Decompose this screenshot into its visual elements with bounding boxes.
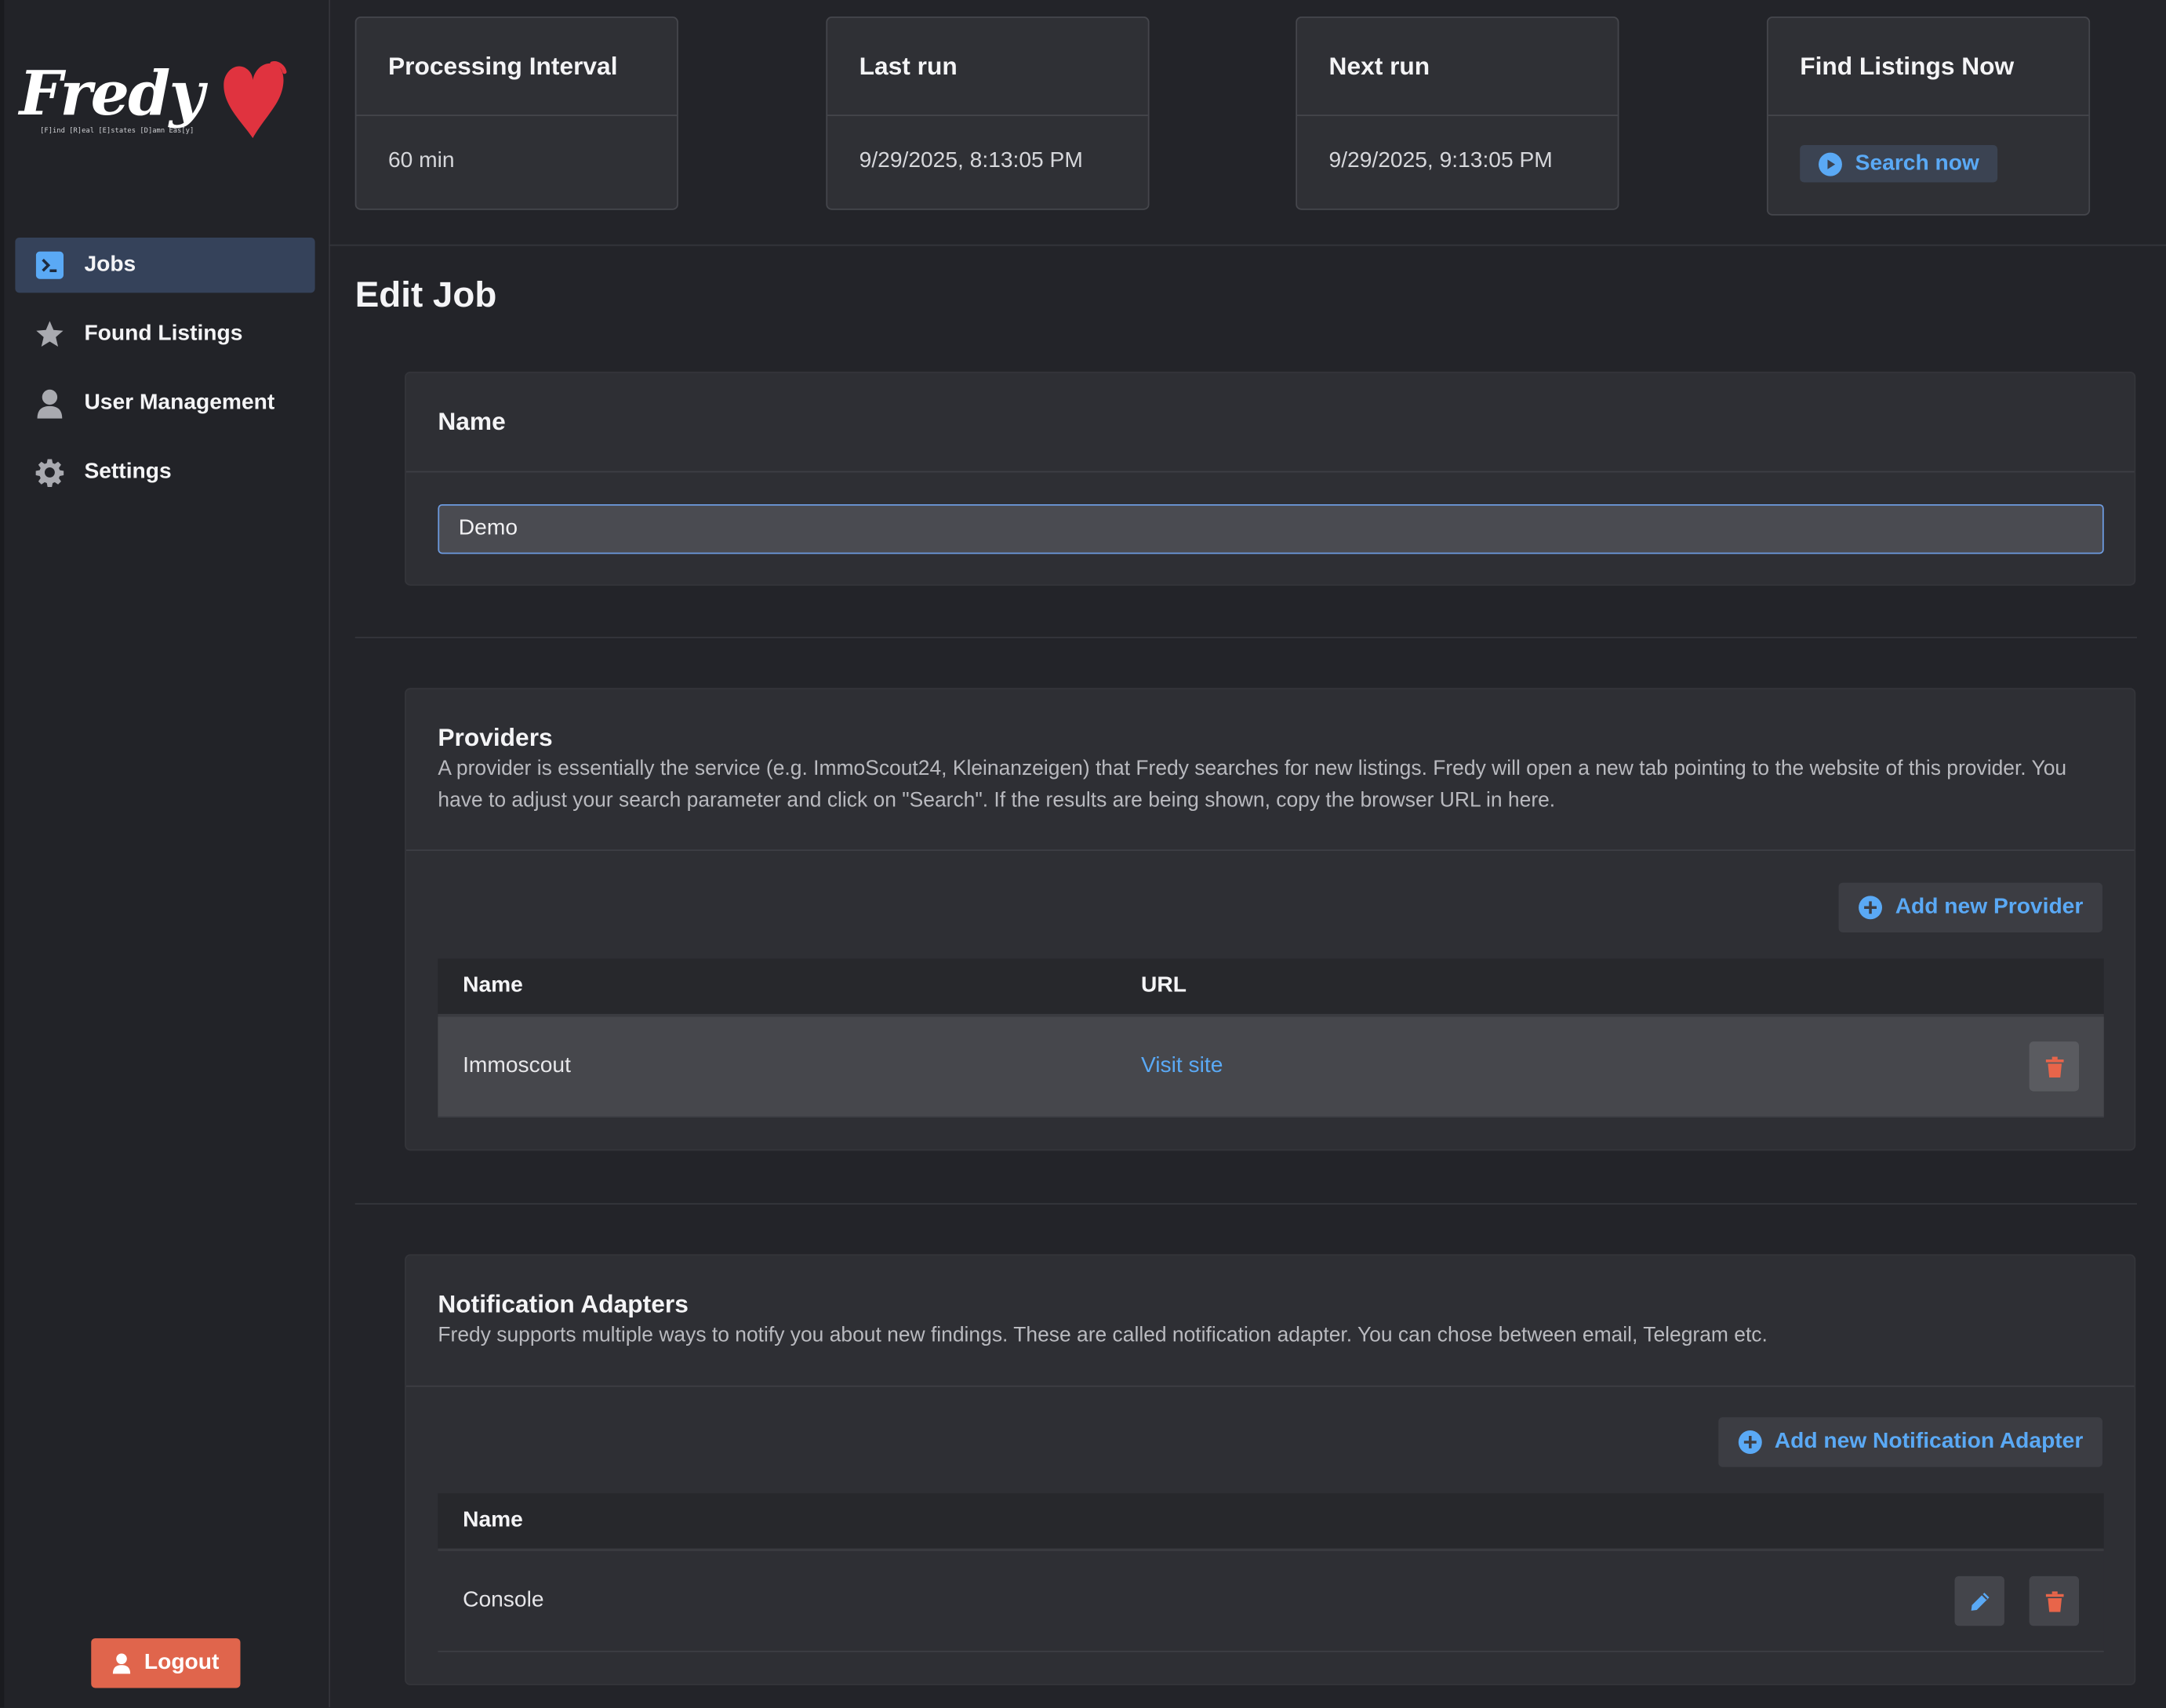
search-now-label: Search now	[1855, 151, 1979, 175]
last-run-card: Last run 9/29/2025, 8:13:05 PM	[826, 16, 1150, 210]
add-provider-label: Add new Provider	[1895, 895, 2084, 919]
trash-icon	[2044, 1056, 2063, 1077]
next-run-card: Next run 9/29/2025, 9:13:05 PM	[1296, 16, 1619, 210]
window-edge	[0, 0, 5, 1708]
name-section: Name	[405, 371, 2136, 586]
add-provider-button[interactable]: Add new Provider	[1838, 882, 2102, 932]
trash-icon	[2044, 1590, 2063, 1612]
column-header-name: Name	[463, 973, 523, 998]
column-header-url: URL	[1140, 973, 1187, 998]
section-title: Notification Adapters	[438, 1290, 689, 1318]
provider-name: Immoscout	[463, 1054, 571, 1077]
card-title: Last run	[827, 18, 1148, 116]
page-title: Edit Job	[354, 273, 497, 315]
table-header: Name URL	[438, 958, 2104, 1017]
sidebar-item-label: Jobs	[84, 253, 136, 277]
search-now-button[interactable]: Search now	[1800, 144, 1997, 183]
card-value: 9/29/2025, 9:13:05 PM	[1328, 149, 1553, 173]
table-row: Console	[438, 1551, 2104, 1652]
processing-interval-card: Processing Interval 60 min	[354, 16, 678, 210]
user-icon	[112, 1652, 132, 1674]
adapter-name: Console	[463, 1588, 544, 1612]
add-notification-adapter-button[interactable]: Add new Notification Adapter	[1717, 1417, 2102, 1467]
section-description: Fredy supports multiple ways to notify y…	[438, 1323, 1768, 1347]
providers-section: Providers A provider is essentially the …	[405, 688, 2136, 1151]
sidebar-nav: Jobs Found Listings User Management Sett…	[15, 237, 315, 514]
divider	[354, 637, 2138, 638]
column-header-name: Name	[463, 1508, 523, 1532]
logo-wordmark: Fredy	[19, 59, 205, 130]
play-icon	[1818, 151, 1843, 176]
job-name-input[interactable]	[438, 503, 2104, 554]
section-title: Providers	[438, 724, 553, 752]
card-value: 9/29/2025, 8:13:05 PM	[859, 149, 1083, 173]
section-title: Name	[438, 407, 506, 435]
section-description: A provider is essentially the service (e…	[438, 757, 2067, 812]
terminal-icon	[35, 250, 65, 281]
card-title: Find Listings Now	[1768, 18, 2089, 116]
sidebar: Fredy [F]ind [R]eal [E]states [D]amn Eas…	[0, 0, 330, 1708]
app-logo[interactable]: Fredy [F]ind [R]eal [E]states [D]amn Eas…	[20, 55, 296, 146]
edit-adapter-button[interactable]	[1954, 1575, 2004, 1626]
sidebar-item-label: User Management	[84, 391, 275, 415]
add-adapter-label: Add new Notification Adapter	[1774, 1430, 2084, 1454]
gear-icon	[35, 457, 65, 488]
divider	[354, 1203, 2138, 1205]
plus-circle-icon	[1737, 1430, 1762, 1455]
visit-site-link[interactable]: Visit site	[1141, 1054, 1223, 1079]
divider	[329, 244, 2166, 246]
pencil-icon	[1970, 1592, 1989, 1611]
sidebar-item-label: Settings	[84, 460, 172, 484]
card-title: Processing Interval	[356, 18, 678, 116]
sidebar-item-settings[interactable]: Settings	[15, 445, 314, 500]
card-title: Next run	[1297, 18, 1618, 116]
table-row: Immoscout Visit site	[438, 1016, 2104, 1118]
logout-button[interactable]: Logout	[91, 1638, 241, 1688]
logout-label: Logout	[144, 1650, 220, 1674]
plus-circle-icon	[1858, 895, 1883, 920]
find-listings-card: Find Listings Now Search now	[1766, 16, 2091, 216]
table-header: Name	[438, 1493, 2104, 1552]
sidebar-item-found-listings[interactable]: Found Listings	[15, 307, 314, 362]
adapters-table: Name Console	[438, 1493, 2104, 1652]
delete-provider-button[interactable]	[2029, 1041, 2080, 1092]
sidebar-item-user-management[interactable]: User Management	[15, 376, 314, 431]
providers-table: Name URL Immoscout Visit site	[438, 958, 2104, 1118]
card-value: 60 min	[387, 149, 455, 173]
sidebar-item-jobs[interactable]: Jobs	[15, 237, 315, 293]
star-icon	[35, 319, 65, 350]
logo-tagline: [F]ind [R]eal [E]states [D]amn Eas[y]	[40, 127, 194, 136]
delete-adapter-button[interactable]	[2029, 1575, 2080, 1626]
user-icon	[35, 388, 65, 419]
heart-icon	[224, 61, 287, 139]
notification-adapters-section: Notification Adapters Fredy supports mul…	[405, 1254, 2136, 1686]
sidebar-item-label: Found Listings	[84, 322, 243, 346]
